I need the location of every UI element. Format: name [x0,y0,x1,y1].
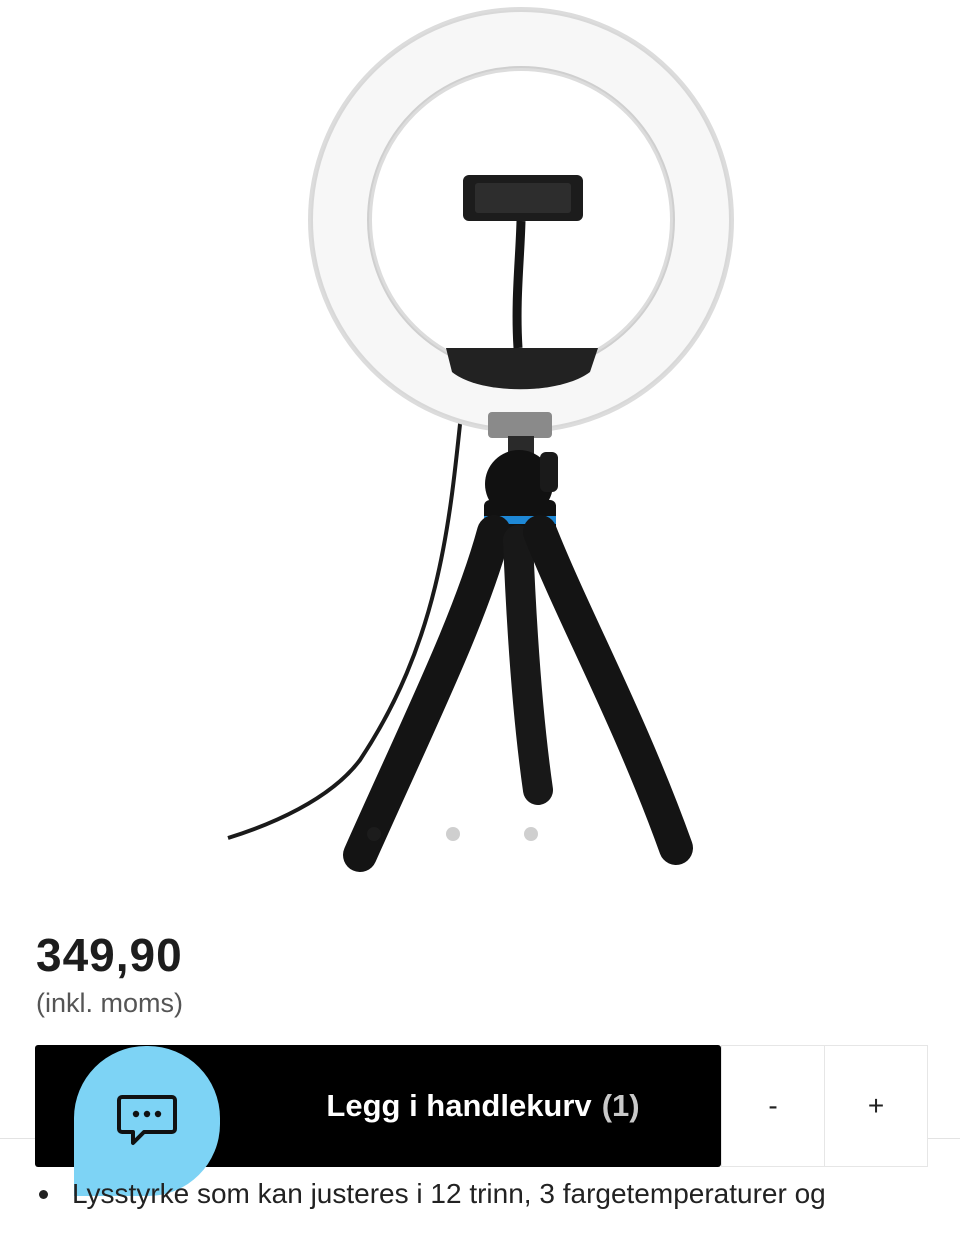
decrease-quantity-button[interactable]: - [721,1045,825,1167]
product-price: 349,90 [36,929,183,981]
feature-text: Lysstyrke som kan justeres i 12 trinn, 3… [72,1178,826,1209]
carousel-dots [0,820,960,848]
tripod-leg-right [523,515,693,865]
carousel-dot-1[interactable] [367,827,381,841]
chat-bubble-icon [117,1095,177,1145]
feature-item: Lysstyrke som kan justeres i 12 trinn, 3… [36,1176,936,1212]
add-to-cart-label: Legg i handlekurv [326,1088,592,1123]
product-image[interactable] [0,0,960,900]
cart-count: (1) [601,1088,640,1123]
tripod-leg-back [503,525,553,805]
increase-quantity-button[interactable]: + [824,1045,928,1167]
power-cable [227,404,464,840]
vat-note: (inkl. moms) [36,988,183,1018]
ring-light-illustration [227,7,734,872]
tripod-leg-left [343,515,511,872]
carousel-dot-3[interactable] [524,827,538,841]
bullet-icon [39,1190,48,1199]
feature-list: Lysstyrke som kan justeres i 12 trinn, 3… [36,1176,936,1212]
chat-button[interactable] [74,1046,220,1196]
mount-screw [488,412,552,438]
carousel-dot-2[interactable] [446,827,460,841]
